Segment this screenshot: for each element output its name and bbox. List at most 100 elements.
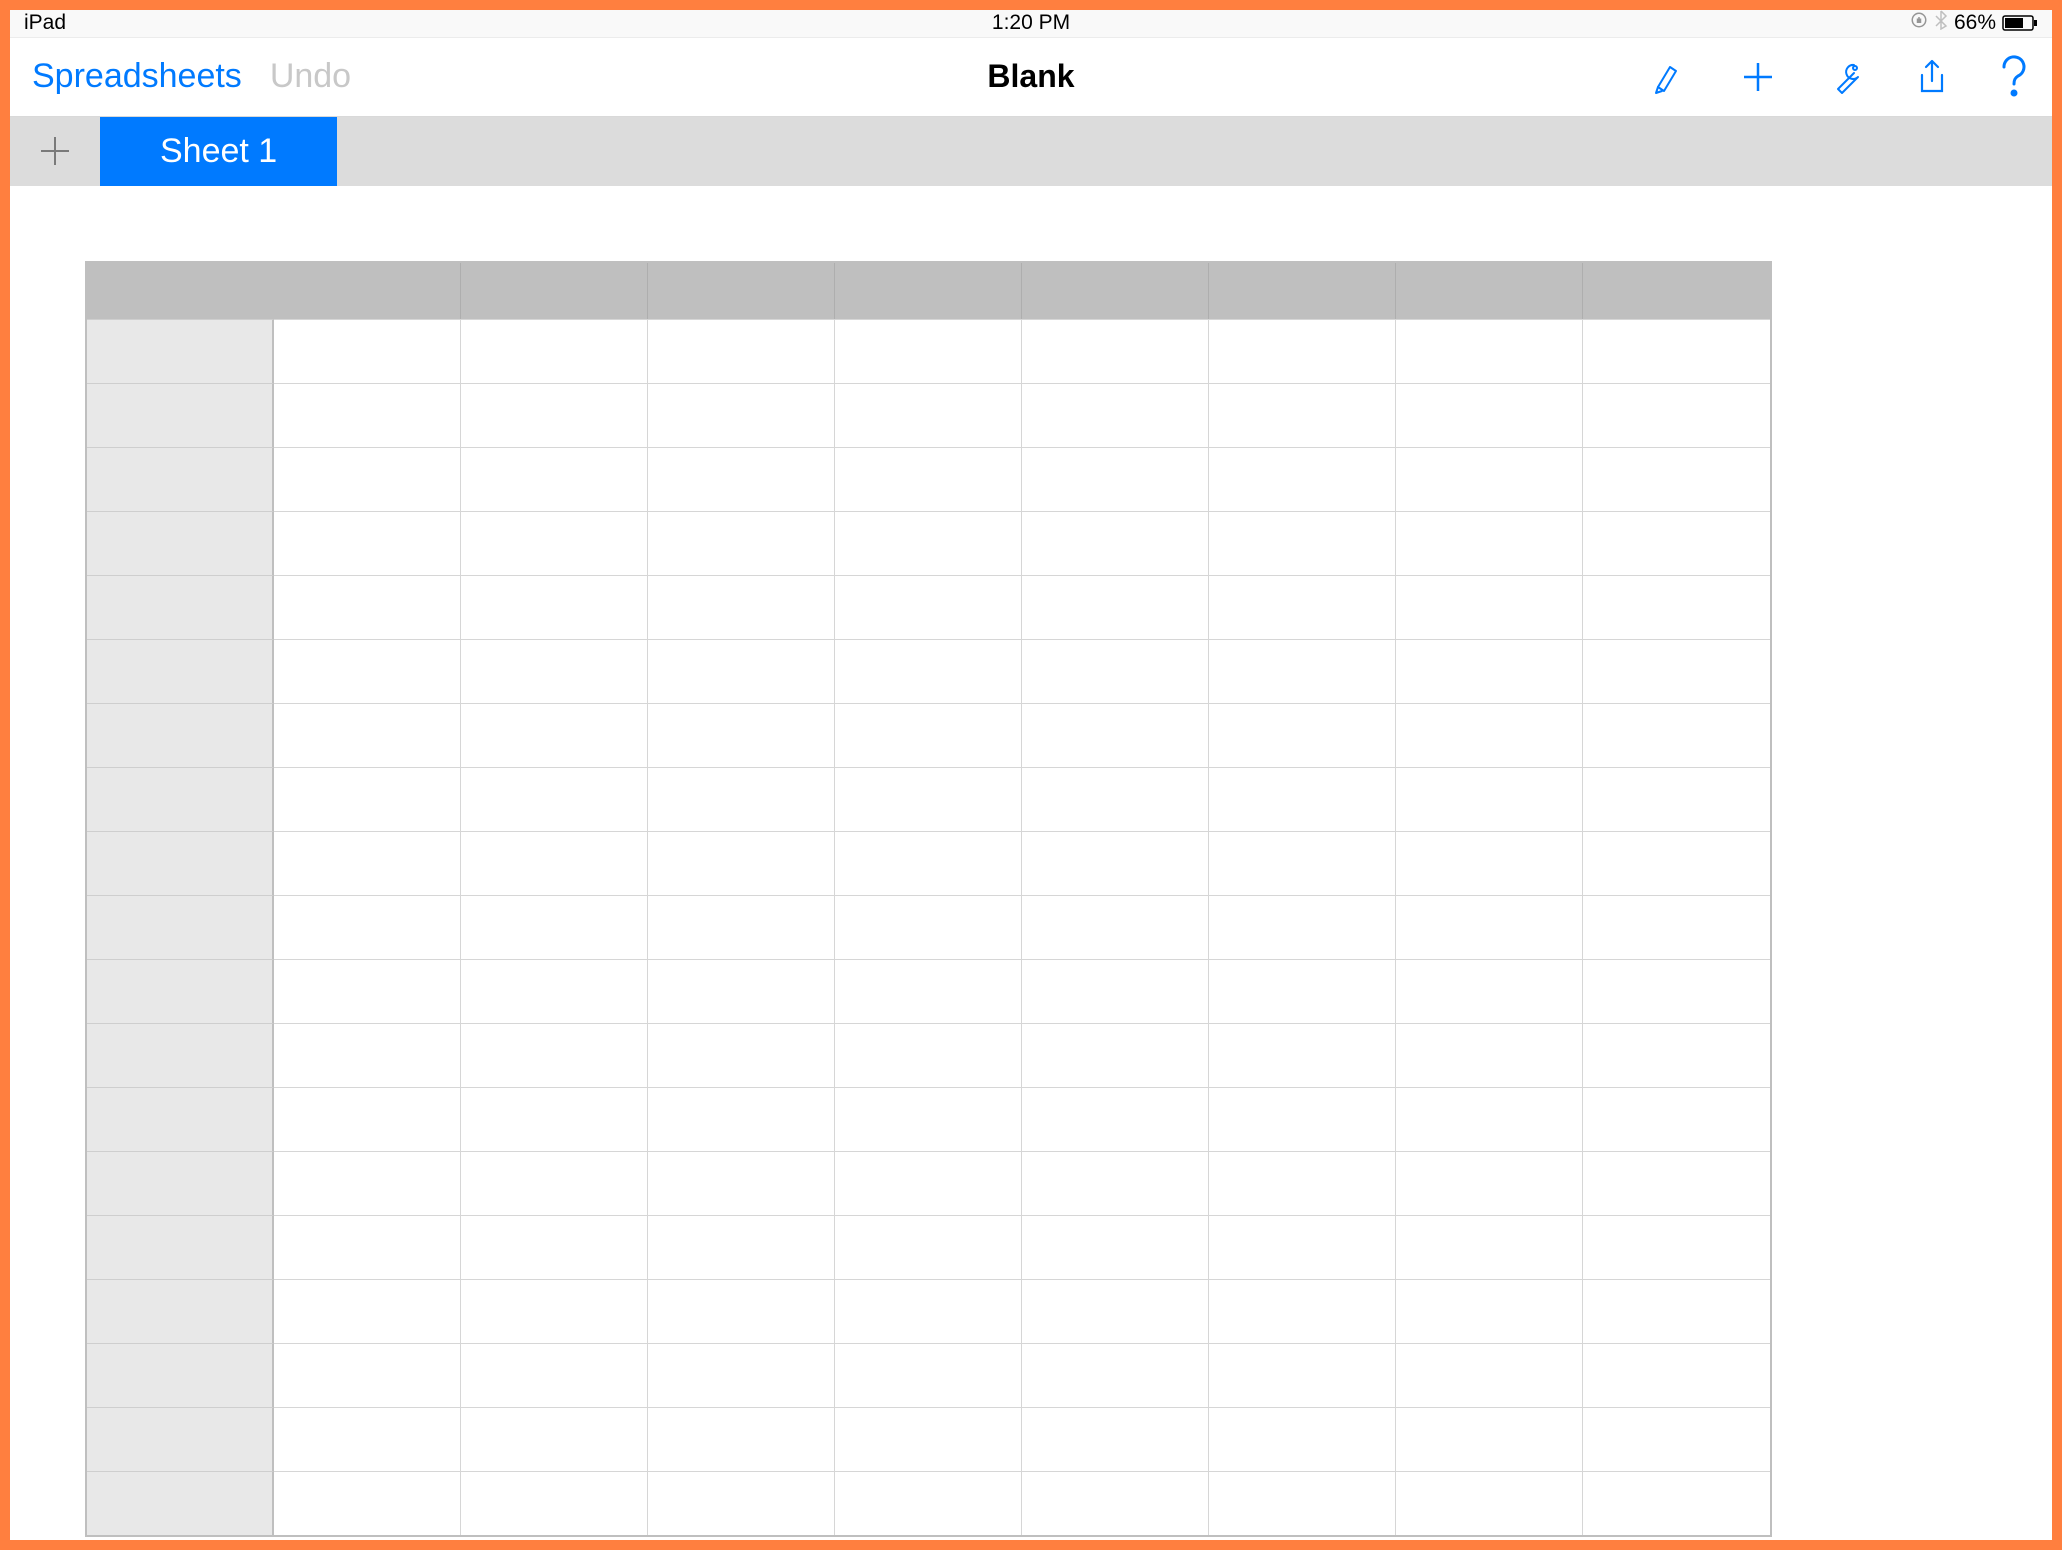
cell[interactable] [1209,959,1396,1023]
cell[interactable] [1583,511,1770,575]
cell[interactable] [648,1343,835,1407]
cell[interactable] [1396,1215,1583,1279]
cell[interactable] [274,959,461,1023]
cell[interactable] [1209,703,1396,767]
cell[interactable] [1209,575,1396,639]
cell[interactable] [274,639,461,703]
row-header[interactable] [87,511,274,575]
cell[interactable] [1396,447,1583,511]
cell[interactable] [1022,1343,1209,1407]
spreadsheet-grid[interactable] [85,261,1772,1537]
cell[interactable] [835,1215,1022,1279]
cell[interactable] [648,1087,835,1151]
cell[interactable] [1209,1087,1396,1151]
cell[interactable] [274,575,461,639]
cell[interactable] [461,1279,648,1343]
wrench-icon[interactable] [1826,57,1866,97]
column-header[interactable] [1583,263,1770,319]
cell[interactable] [274,319,461,383]
cell[interactable] [648,1471,835,1535]
cell[interactable] [1209,1407,1396,1471]
cell[interactable] [1022,511,1209,575]
row-header[interactable] [87,767,274,831]
cell[interactable] [835,895,1022,959]
cell[interactable] [835,447,1022,511]
cell[interactable] [835,639,1022,703]
cell[interactable] [1583,1407,1770,1471]
cell[interactable] [1022,575,1209,639]
share-icon[interactable] [1914,57,1950,97]
cell[interactable] [1209,511,1396,575]
cell[interactable] [1583,831,1770,895]
cell[interactable] [1022,319,1209,383]
cell[interactable] [1583,1151,1770,1215]
cell[interactable] [1396,1087,1583,1151]
row-header[interactable] [87,1215,274,1279]
cell[interactable] [1209,1343,1396,1407]
cell[interactable] [1583,1087,1770,1151]
cell[interactable] [1583,639,1770,703]
row-header[interactable] [87,319,274,383]
cell[interactable] [648,1279,835,1343]
column-header[interactable] [461,263,648,319]
cell[interactable] [648,831,835,895]
cell[interactable] [274,447,461,511]
cell[interactable] [648,447,835,511]
add-sheet-button[interactable] [10,117,100,186]
cell[interactable] [461,1087,648,1151]
cell[interactable] [461,767,648,831]
cell[interactable] [1583,703,1770,767]
cell[interactable] [835,383,1022,447]
cell[interactable] [461,1023,648,1087]
cell[interactable] [1396,319,1583,383]
undo-button[interactable]: Undo [270,57,351,96]
cell[interactable] [835,767,1022,831]
cell[interactable] [274,1087,461,1151]
cell[interactable] [835,1023,1022,1087]
cell[interactable] [274,767,461,831]
cell[interactable] [835,1279,1022,1343]
cell[interactable] [835,575,1022,639]
cell[interactable] [1583,383,1770,447]
cell[interactable] [461,1407,648,1471]
cell[interactable] [1583,575,1770,639]
cell[interactable] [648,1023,835,1087]
cell[interactable] [835,1151,1022,1215]
cell[interactable] [1209,639,1396,703]
cell[interactable] [1396,383,1583,447]
sheet-tab-1[interactable]: Sheet 1 [100,117,337,186]
cell[interactable] [1022,831,1209,895]
cell[interactable] [1396,639,1583,703]
cell[interactable] [1583,1343,1770,1407]
cell[interactable] [1583,1471,1770,1535]
cell[interactable] [1022,1087,1209,1151]
cell[interactable] [461,1343,648,1407]
cell[interactable] [1209,895,1396,959]
cell[interactable] [648,1215,835,1279]
row-header[interactable] [87,959,274,1023]
row-header[interactable] [87,1023,274,1087]
cell[interactable] [1396,1407,1583,1471]
cell[interactable] [1583,447,1770,511]
column-header[interactable] [274,263,461,319]
cell[interactable] [274,895,461,959]
cell[interactable] [648,703,835,767]
cell[interactable] [274,1023,461,1087]
row-header[interactable] [87,1471,274,1535]
cell[interactable] [1396,767,1583,831]
cell[interactable] [1209,831,1396,895]
cell[interactable] [1209,383,1396,447]
cell[interactable] [1209,1151,1396,1215]
cell[interactable] [1396,959,1583,1023]
column-header[interactable] [835,263,1022,319]
row-header[interactable] [87,895,274,959]
cell[interactable] [648,639,835,703]
cell[interactable] [648,895,835,959]
cell[interactable] [648,511,835,575]
cell[interactable] [1583,319,1770,383]
cell[interactable] [1022,1023,1209,1087]
cell[interactable] [461,831,648,895]
cell[interactable] [1396,1151,1583,1215]
cell[interactable] [1209,319,1396,383]
cell[interactable] [1022,1151,1209,1215]
